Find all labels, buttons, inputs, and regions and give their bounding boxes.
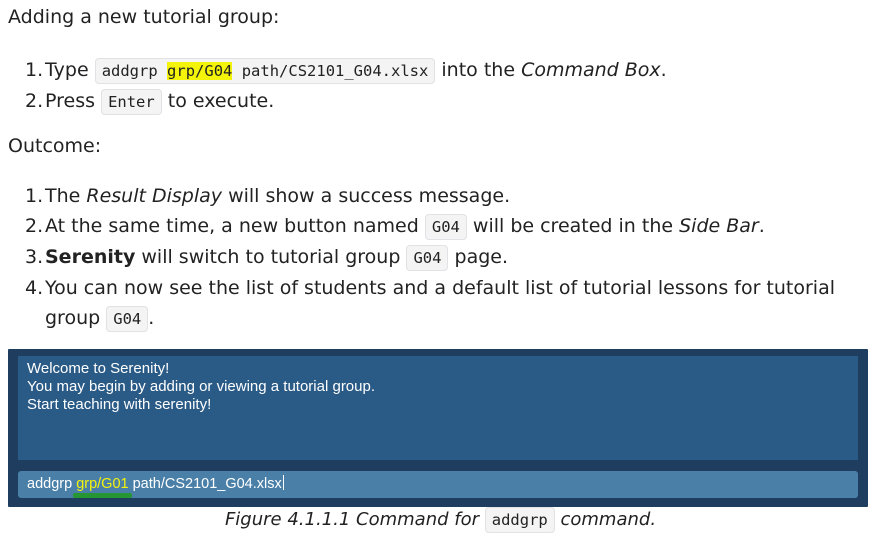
inline-code: G04 xyxy=(106,306,149,332)
command-highlight: grp/G01 xyxy=(76,476,129,492)
section-heading: Adding a new tutorial group: xyxy=(8,6,280,28)
figure-caption: Figure 4.1.1.1 Command for addgrp comman… xyxy=(0,507,881,533)
app-screenshot: Welcome to Serenity! You may begin by ad… xyxy=(8,349,868,507)
list-item: 2. Press Enter to execute. xyxy=(8,86,868,117)
inline-code: addgrp grp/G04 path/CS2101_G04.xlsx xyxy=(94,58,436,84)
list-number: 3. xyxy=(25,246,44,268)
result-display: Welcome to Serenity! You may begin by ad… xyxy=(18,356,858,460)
command-text: addgrp xyxy=(27,476,77,492)
app-name: Serenity xyxy=(45,246,136,268)
text-caret xyxy=(282,475,284,490)
list-item: 2. At the same time, a new button named … xyxy=(8,211,868,242)
list-number: 1. xyxy=(25,185,44,207)
highlighted-parameter: grp/G04 xyxy=(167,62,233,80)
list-item: 1. The Result Display will show a succes… xyxy=(8,181,868,211)
inline-code: Enter xyxy=(101,89,162,115)
list-item: 4. You can now see the list of students … xyxy=(8,273,868,334)
list-number: 1. xyxy=(25,59,44,81)
inline-code: G04 xyxy=(406,245,449,271)
list-number: 2. xyxy=(25,90,44,112)
result-line: Start teaching with serenity! xyxy=(27,396,212,413)
list-number: 2. xyxy=(25,215,44,237)
list-item: 3. Serenity will switch to tutorial grou… xyxy=(8,242,868,273)
command-box-term: Command Box xyxy=(521,59,661,81)
result-line: Welcome to Serenity! xyxy=(27,360,170,377)
outcome-heading: Outcome: xyxy=(8,135,102,157)
result-line: You may begin by adding or viewing a tut… xyxy=(27,378,376,395)
inline-code: G04 xyxy=(424,214,467,240)
list-item: 1. Type addgrp grp/G04 path/CS2101_G04.x… xyxy=(8,55,868,86)
list-number: 4. xyxy=(25,277,44,299)
outcome-list: 1. The Result Display will show a succes… xyxy=(8,181,868,334)
command-box[interactable]: addgrp grp/G01 path/CS2101_G04.xlsx xyxy=(18,471,858,498)
inline-code: addgrp xyxy=(484,507,555,533)
steps-list: 1. Type addgrp grp/G04 path/CS2101_G04.x… xyxy=(8,55,868,117)
command-text: path/CS2101_G04.xlsx xyxy=(128,476,282,492)
